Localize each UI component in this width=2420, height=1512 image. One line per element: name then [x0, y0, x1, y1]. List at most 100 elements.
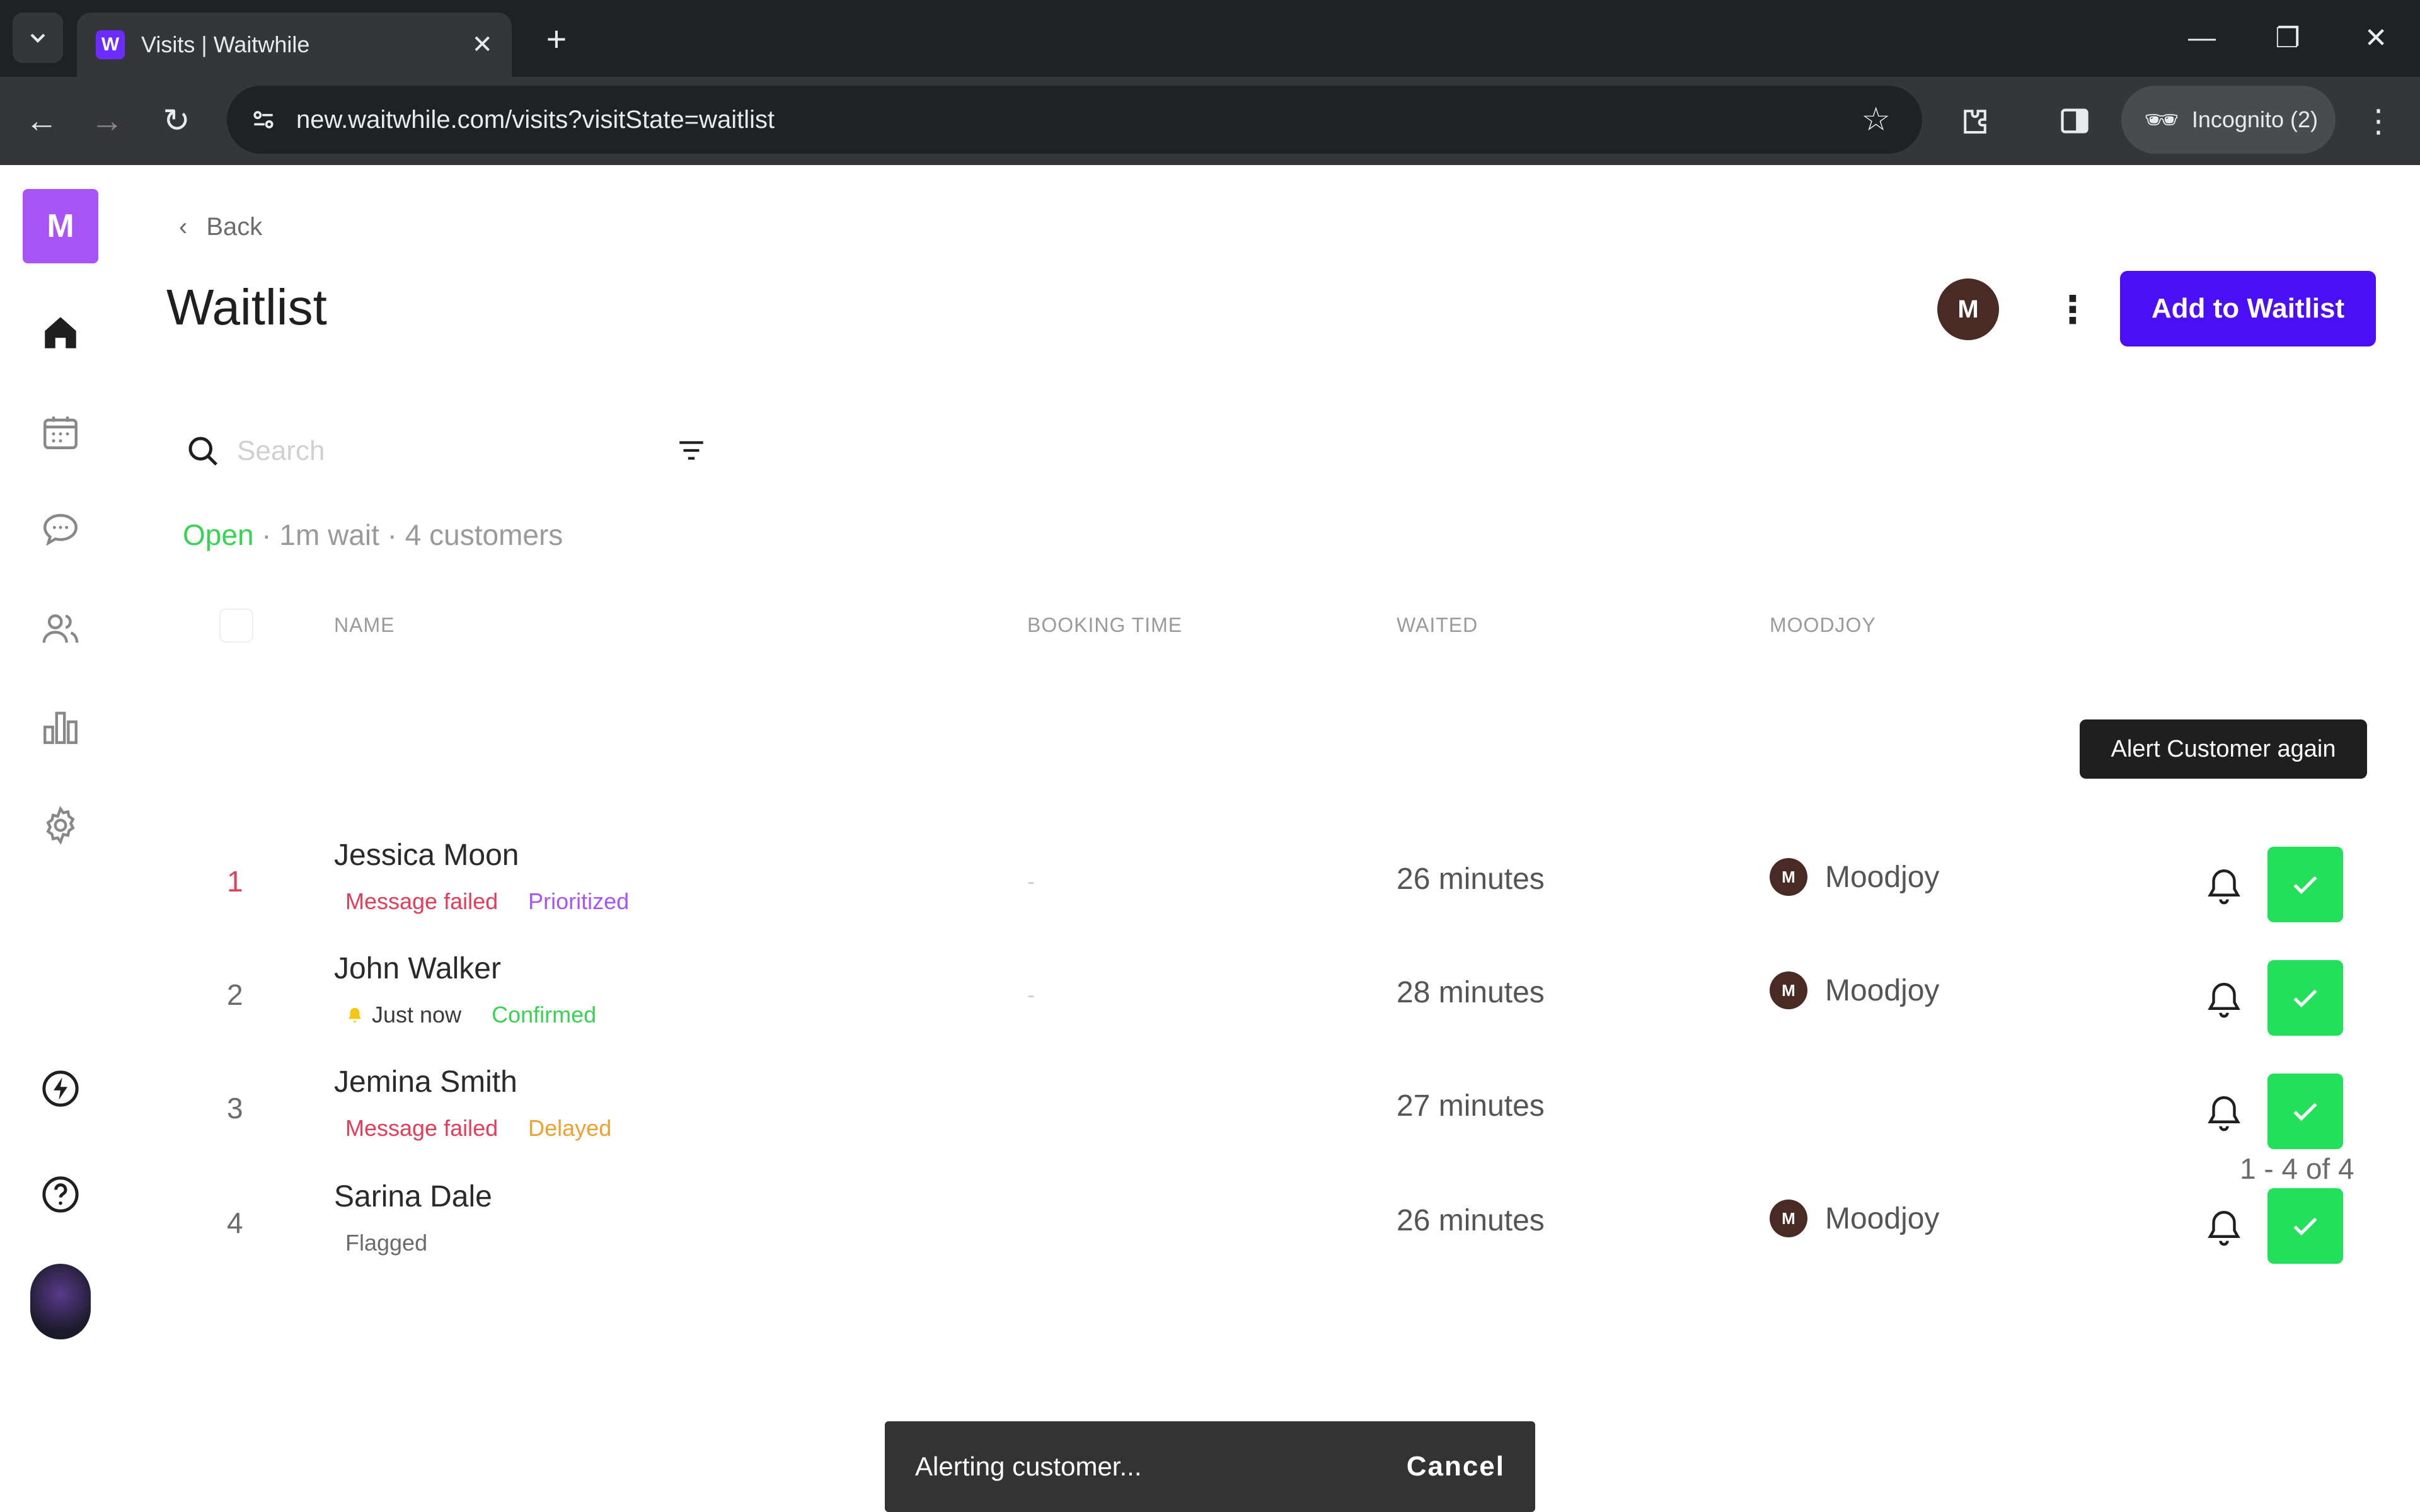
- row-tags: Message failed Delayed: [345, 1115, 611, 1142]
- search-icon: [188, 437, 218, 466]
- select-all-checkbox[interactable]: [219, 609, 253, 643]
- incognito-label: Incognito (2): [2191, 106, 2318, 132]
- browser-toolbar: ← → ↻ new.waitwhile.com/visits?visitStat…: [0, 77, 2420, 165]
- complete-visit-button[interactable]: [2267, 847, 2343, 922]
- row-tags: Just now Confirmed: [345, 1002, 596, 1028]
- filter-icon[interactable]: [676, 435, 707, 466]
- bookmark-star-icon[interactable]: ☆: [1861, 101, 1891, 139]
- close-tab-icon[interactable]: ✕: [471, 30, 493, 59]
- just-now-label: Just now: [372, 1002, 462, 1028]
- waited-time: 27 minutes: [1397, 1089, 1545, 1123]
- customer-name[interactable]: Jemina Smith: [334, 1065, 517, 1099]
- tab-search-button[interactable]: [13, 13, 63, 63]
- waited-time: 28 minutes: [1397, 976, 1545, 1009]
- table-row[interactable]: 1 Jessica Moon Message failed Prioritize…: [166, 829, 2397, 942]
- bar-chart-icon[interactable]: [35, 702, 86, 752]
- search-bar: [184, 421, 703, 481]
- complete-visit-button[interactable]: [2267, 960, 2343, 1036]
- message-failed-tag: Message failed: [345, 888, 498, 914]
- staff-name: Moodjoy: [1825, 1201, 1940, 1235]
- gear-icon[interactable]: [35, 800, 86, 850]
- url-text: new.waitwhile.com/visits?visitState=wait…: [296, 105, 775, 134]
- user-profile-avatar[interactable]: [30, 1264, 91, 1339]
- close-window-icon[interactable]: ✕: [2344, 13, 2407, 63]
- more-options-icon[interactable]: ⋮: [2051, 285, 2095, 335]
- staff-name: Moodjoy: [1825, 860, 1940, 894]
- staff-avatar: M: [1770, 971, 1807, 1009]
- back-label: Back: [206, 213, 263, 241]
- pagination-summary: 1 - 4 of 4: [2240, 1152, 2354, 1185]
- app-content: M ‹ Back Waitlist M ⋮ Add to Waitlist Se…: [0, 165, 2420, 1512]
- column-header-booking-time[interactable]: BOOKING TIME: [1027, 614, 1182, 637]
- bell-icon[interactable]: [2196, 858, 2252, 915]
- row-tags: Message failed Prioritized: [345, 888, 629, 915]
- customer-name[interactable]: Sarina Dale: [334, 1179, 492, 1214]
- lightning-icon[interactable]: [35, 1063, 86, 1114]
- booking-time: -: [1027, 982, 1035, 1007]
- site-settings-icon[interactable]: [245, 101, 282, 139]
- reload-icon[interactable]: ↻: [151, 96, 202, 146]
- complete-visit-button[interactable]: [2267, 1188, 2343, 1264]
- staff-avatar: M: [1770, 1200, 1807, 1237]
- back-link[interactable]: ‹ Back: [179, 213, 262, 241]
- bell-icon[interactable]: [2196, 1200, 2252, 1256]
- calendar-icon[interactable]: [35, 407, 86, 457]
- incognito-indicator[interactable]: 🕶 Incognito (2): [2121, 86, 2336, 154]
- users-icon[interactable]: [35, 604, 86, 654]
- chevron-left-icon: ‹: [179, 213, 188, 241]
- browser-tab-strip: W Visits | Waitwhile ✕ + — ❐ ✕: [0, 0, 2420, 77]
- staff-assignee: M Moodjoy: [1770, 1200, 1939, 1237]
- chrome-menu-icon[interactable]: ⋮: [2353, 96, 2404, 146]
- delayed-tag: Delayed: [528, 1115, 612, 1141]
- home-icon[interactable]: [35, 307, 86, 358]
- incognito-icon: 🕶: [2144, 105, 2179, 135]
- column-header-name[interactable]: NAME: [334, 614, 395, 637]
- chat-icon[interactable]: [35, 504, 86, 554]
- confirmed-tag: Confirmed: [492, 1002, 597, 1028]
- restore-window-icon[interactable]: ❐: [2256, 13, 2319, 63]
- checkmark-icon: [2293, 876, 2317, 895]
- chevron-down-icon: [30, 33, 45, 43]
- row-position: 1: [227, 865, 243, 898]
- staff-avatar: M: [1770, 858, 1807, 896]
- table-row[interactable]: 2 John Walker Just now Confirmed - 28 mi…: [166, 942, 2397, 1056]
- message-failed-tag: Message failed: [345, 1115, 498, 1141]
- waited-time: 26 minutes: [1397, 1204, 1545, 1237]
- account-avatar[interactable]: M: [1937, 278, 1999, 340]
- complete-visit-button[interactable]: [2267, 1074, 2343, 1149]
- bell-icon[interactable]: [2196, 971, 2252, 1028]
- help-icon[interactable]: [35, 1169, 86, 1220]
- snackbar-message: Alerting customer...: [915, 1452, 1142, 1481]
- table-row[interactable]: 4 Sarina Dale Flagged 26 minutes M Moodj…: [166, 1171, 2397, 1284]
- snackbar-cancel-button[interactable]: Cancel: [1407, 1451, 1505, 1482]
- row-tags: Flagged: [345, 1230, 427, 1256]
- main-content: ‹ Back Waitlist M ⋮ Add to Waitlist Open…: [166, 165, 2397, 1361]
- extensions-icon[interactable]: [1950, 96, 2000, 146]
- search-input[interactable]: [237, 435, 628, 467]
- customer-name[interactable]: Jessica Moon: [334, 838, 519, 873]
- staff-assignee: M Moodjoy: [1770, 858, 1939, 896]
- tab-title: Visits | Waitwhile: [141, 32, 310, 57]
- customer-name[interactable]: John Walker: [334, 951, 501, 986]
- column-header-staff[interactable]: MOODJOY: [1770, 614, 1876, 637]
- workspace-logo[interactable]: M: [23, 189, 98, 263]
- minimize-window-icon[interactable]: —: [2170, 13, 2233, 63]
- browser-tab-active[interactable]: W Visits | Waitwhile ✕: [77, 13, 512, 77]
- bell-icon[interactable]: [2196, 1085, 2252, 1142]
- add-to-waitlist-button[interactable]: Add to Waitlist: [2120, 271, 2376, 346]
- row-position: 3: [227, 1092, 243, 1125]
- side-panel-icon[interactable]: [2049, 96, 2100, 146]
- flagged-tag: Flagged: [345, 1230, 428, 1256]
- page-title: Waitlist: [166, 279, 327, 335]
- new-tab-button[interactable]: +: [534, 16, 579, 60]
- queue-summary: · 1m wait · 4 customers: [253, 518, 563, 551]
- back-nav-icon[interactable]: ←: [16, 96, 67, 146]
- bell-filled-icon: [349, 1007, 361, 1022]
- column-header-waited[interactable]: WAITED: [1397, 614, 1478, 637]
- open-status-label: Open: [183, 518, 254, 551]
- forward-nav-icon[interactable]: →: [82, 96, 132, 146]
- row-position: 2: [227, 978, 243, 1011]
- sidebar: M: [0, 165, 124, 1361]
- address-bar[interactable]: new.waitwhile.com/visits?visitState=wait…: [227, 86, 1922, 154]
- table-row[interactable]: 3 Jemina Smith Message failed Delayed 27…: [166, 1056, 2397, 1169]
